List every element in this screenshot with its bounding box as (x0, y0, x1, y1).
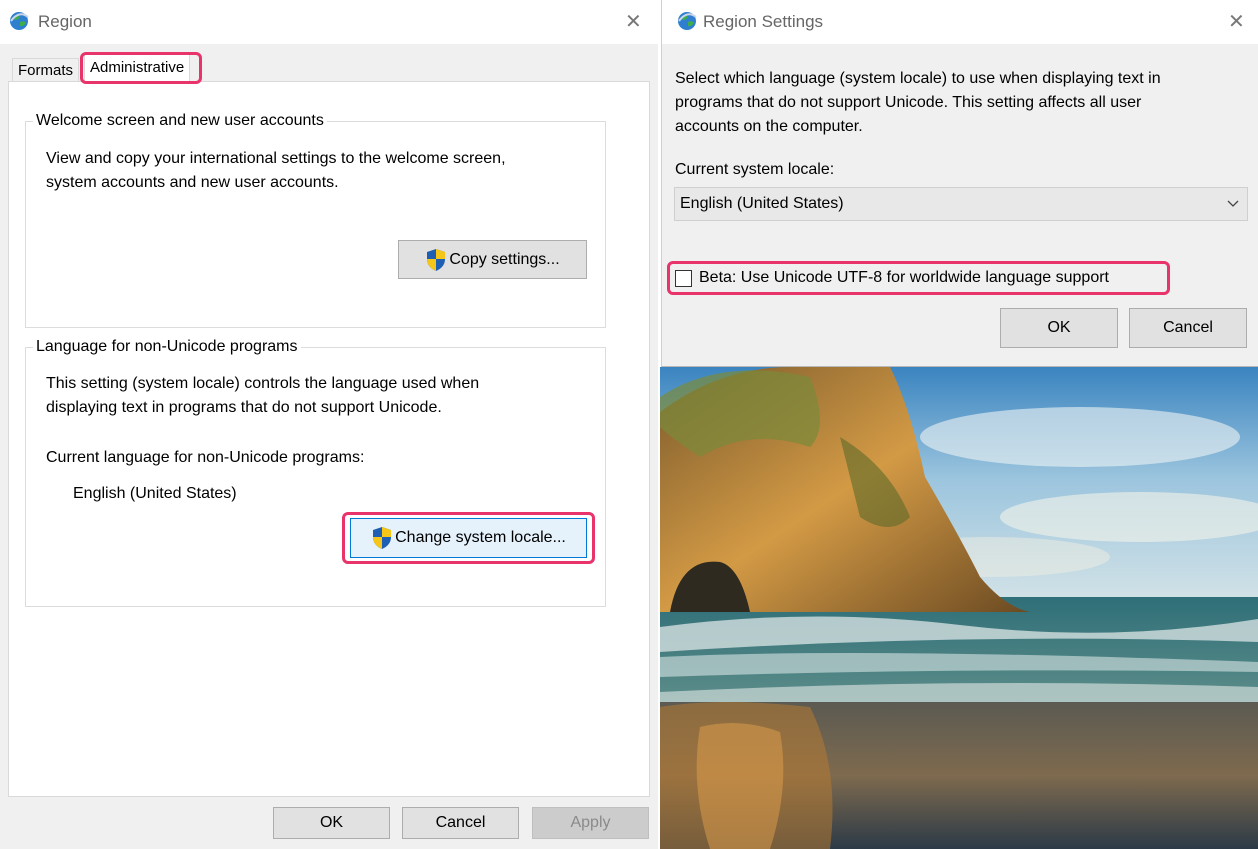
ok-button[interactable]: OK (273, 807, 390, 839)
region-title: Region (38, 12, 92, 31)
beta-utf8-checkbox[interactable] (675, 270, 692, 287)
copy-settings-button[interactable]: Copy settings... (398, 240, 587, 279)
tab-highlight (80, 52, 202, 84)
settings-description-line: Select which language (system locale) to… (675, 70, 1161, 87)
system-locale-label: Current system locale: (675, 161, 835, 178)
system-locale-dropdown[interactable]: English (United States) (674, 187, 1248, 221)
current-language-label: Current language for non-Unicode program… (46, 449, 365, 466)
beta-utf8-label[interactable]: Beta: Use Unicode UTF-8 for worldwide la… (699, 266, 1109, 290)
copy-settings-label: Copy settings... (449, 250, 560, 268)
region-settings-dialog: Region Settings ✕ Select which language … (661, 0, 1258, 367)
close-icon[interactable]: ✕ (1228, 9, 1245, 33)
wallpaper-image (660, 367, 1258, 849)
language-group-legend: Language for non-Unicode programs (33, 338, 301, 356)
tab-formats[interactable]: Formats (12, 58, 80, 82)
uac-shield-icon (427, 248, 446, 271)
settings-titlebar: Region Settings ✕ (662, 0, 1258, 44)
globe-icon (10, 12, 29, 30)
settings-description-line: programs that do not support Unicode. Th… (675, 94, 1142, 111)
chevron-down-icon (1227, 200, 1239, 207)
settings-title: Region Settings (703, 12, 824, 31)
welcome-group-legend: Welcome screen and new user accounts (33, 112, 327, 130)
apply-button[interactable]: Apply (532, 807, 649, 839)
uac-shield-icon (373, 527, 392, 549)
change-system-locale-label: Change system locale... (395, 529, 566, 546)
welcome-description: View and copy your international setting… (46, 147, 506, 195)
settings-description-line: accounts on the computer. (675, 118, 863, 135)
settings-ok-button[interactable]: OK (1000, 308, 1118, 348)
region-dialog: Region ✕ Formats Administrative Welcome … (0, 0, 658, 849)
region-titlebar: Region ✕ (0, 0, 658, 44)
language-description-line: displaying text in programs that do not … (46, 399, 442, 416)
change-system-locale-button[interactable]: Change system locale... (350, 518, 587, 558)
welcome-description-line: system accounts and new user accounts. (46, 174, 339, 191)
settings-cancel-button[interactable]: Cancel (1129, 308, 1247, 348)
cancel-button[interactable]: Cancel (402, 807, 519, 839)
close-icon[interactable]: ✕ (625, 9, 642, 33)
tab-panel-administrative: Welcome screen and new user accounts Vie… (8, 81, 650, 797)
language-description: This setting (system locale) controls th… (46, 372, 479, 420)
current-language-value: English (United States) (73, 485, 237, 502)
welcome-description-line: View and copy your international setting… (46, 150, 506, 167)
language-description-line: This setting (system locale) controls th… (46, 375, 480, 392)
globe-icon (678, 12, 697, 30)
settings-description: Select which language (system locale) to… (675, 67, 1161, 139)
desktop-wallpaper (660, 367, 1258, 849)
system-locale-value: English (United States) (680, 195, 844, 212)
